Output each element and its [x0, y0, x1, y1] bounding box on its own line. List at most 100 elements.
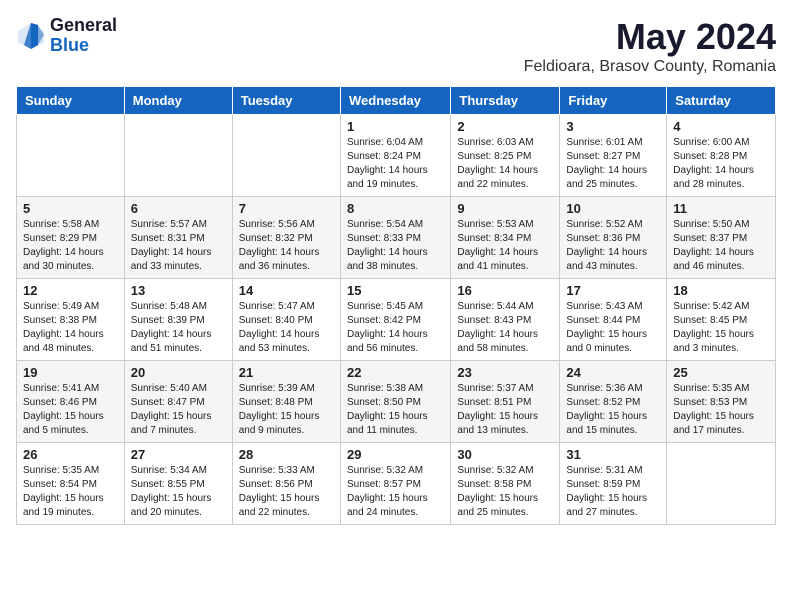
- day-info: Sunrise: 5:37 AM Sunset: 8:51 PM Dayligh…: [457, 382, 553, 438]
- table-row: 1 Sunrise: 6:04 AM Sunset: 8:24 PM Daylig…: [340, 115, 450, 197]
- table-row: 16 Sunrise: 5:44 AM Sunset: 8:43 PM Dayli…: [451, 279, 560, 361]
- day-info: Sunrise: 5:57 AM Sunset: 8:31 PM Dayligh…: [131, 218, 226, 274]
- day-number: 29: [347, 447, 444, 462]
- table-row: 4Sunrise: 6:00 AM Sunset: 8:28 PM Daylig…: [667, 115, 776, 197]
- table-row: 26 Sunrise: 5:35 AM Sunset: 8:54 PM Dayli…: [17, 443, 125, 525]
- day-info: Sunrise: 5:35 AM Sunset: 8:54 PM Dayligh…: [23, 464, 118, 520]
- col-wednesday: Wednesday: [340, 87, 450, 115]
- table-row: 8Sunrise: 5:54 AM Sunset: 8:33 PM Daylig…: [340, 197, 450, 279]
- day-info: Sunrise: 5:50 AM Sunset: 8:37 PM Dayligh…: [673, 218, 769, 274]
- day-info: Sunrise: 5:54 AM Sunset: 8:33 PM Dayligh…: [347, 218, 444, 274]
- table-row: 25 Sunrise: 5:35 AM Sunset: 8:53 PM Dayli…: [667, 361, 776, 443]
- table-row: 5Sunrise: 5:58 AM Sunset: 8:29 PM Daylig…: [17, 197, 125, 279]
- logo-general: General: [50, 16, 117, 36]
- day-number: 11: [673, 201, 769, 216]
- day-number: 25: [673, 365, 769, 380]
- day-info: Sunrise: 5:52 AM Sunset: 8:36 PM Dayligh…: [566, 218, 660, 274]
- day-info: Sunrise: 5:47 AM Sunset: 8:40 PM Dayligh…: [239, 300, 334, 356]
- day-number: 21: [239, 365, 334, 380]
- day-number: 2: [457, 119, 553, 134]
- logo-text: General Blue: [50, 16, 117, 56]
- day-number: 23: [457, 365, 553, 380]
- day-number: 5: [23, 201, 118, 216]
- table-row: 9 Sunrise: 5:53 AM Sunset: 8:34 PM Daylig…: [451, 197, 560, 279]
- day-number: 22: [347, 365, 444, 380]
- day-number: 17: [566, 283, 660, 298]
- day-info: Sunrise: 5:40 AM Sunset: 8:47 PM Dayligh…: [131, 382, 226, 438]
- col-saturday: Saturday: [667, 87, 776, 115]
- day-number: 20: [131, 365, 226, 380]
- table-row: 7 Sunrise: 5:56 AM Sunset: 8:32 PM Daylig…: [232, 197, 340, 279]
- calendar-week-row: 5Sunrise: 5:58 AM Sunset: 8:29 PM Daylig…: [17, 197, 776, 279]
- day-number: 19: [23, 365, 118, 380]
- day-number: 10: [566, 201, 660, 216]
- table-row: 24 Sunrise: 5:36 AM Sunset: 8:52 PM Dayli…: [560, 361, 667, 443]
- day-info: Sunrise: 5:39 AM Sunset: 8:48 PM Dayligh…: [239, 382, 334, 438]
- calendar-week-row: 26 Sunrise: 5:35 AM Sunset: 8:54 PM Dayli…: [17, 443, 776, 525]
- day-info: Sunrise: 5:36 AM Sunset: 8:52 PM Dayligh…: [566, 382, 660, 438]
- day-info: Sunrise: 5:44 AM Sunset: 8:43 PM Dayligh…: [457, 300, 553, 356]
- day-info: Sunrise: 5:56 AM Sunset: 8:32 PM Dayligh…: [239, 218, 334, 274]
- table-row: 2 Sunrise: 6:03 AM Sunset: 8:25 PM Daylig…: [451, 115, 560, 197]
- day-info: Sunrise: 6:04 AM Sunset: 8:24 PM Dayligh…: [347, 136, 444, 192]
- day-info: Sunrise: 5:53 AM Sunset: 8:34 PM Dayligh…: [457, 218, 553, 274]
- day-number: 26: [23, 447, 118, 462]
- col-friday: Friday: [560, 87, 667, 115]
- day-number: 15: [347, 283, 444, 298]
- table-row: 28 Sunrise: 5:33 AM Sunset: 8:56 PM Dayli…: [232, 443, 340, 525]
- day-number: 9: [457, 201, 553, 216]
- day-info: Sunrise: 5:49 AM Sunset: 8:38 PM Dayligh…: [23, 300, 118, 356]
- day-number: 24: [566, 365, 660, 380]
- month-title: May 2024: [524, 16, 776, 58]
- table-row: [232, 115, 340, 197]
- day-number: 7: [239, 201, 334, 216]
- day-info: Sunrise: 5:45 AM Sunset: 8:42 PM Dayligh…: [347, 300, 444, 356]
- day-number: 14: [239, 283, 334, 298]
- day-info: Sunrise: 5:38 AM Sunset: 8:50 PM Dayligh…: [347, 382, 444, 438]
- table-row: [124, 115, 232, 197]
- table-row: 6Sunrise: 5:57 AM Sunset: 8:31 PM Daylig…: [124, 197, 232, 279]
- table-row: 10 Sunrise: 5:52 AM Sunset: 8:36 PM Dayli…: [560, 197, 667, 279]
- table-row: 31Sunrise: 5:31 AM Sunset: 8:59 PM Dayli…: [560, 443, 667, 525]
- day-info: Sunrise: 5:32 AM Sunset: 8:58 PM Dayligh…: [457, 464, 553, 520]
- day-info: Sunrise: 5:42 AM Sunset: 8:45 PM Dayligh…: [673, 300, 769, 356]
- day-number: 30: [457, 447, 553, 462]
- table-row: 14 Sunrise: 5:47 AM Sunset: 8:40 PM Dayli…: [232, 279, 340, 361]
- day-info: Sunrise: 6:03 AM Sunset: 8:25 PM Dayligh…: [457, 136, 553, 192]
- table-row: 3Sunrise: 6:01 AM Sunset: 8:27 PM Daylig…: [560, 115, 667, 197]
- calendar-table: Sunday Monday Tuesday Wednesday Thursday…: [16, 86, 776, 525]
- table-row: 29 Sunrise: 5:32 AM Sunset: 8:57 PM Dayli…: [340, 443, 450, 525]
- table-row: 18 Sunrise: 5:42 AM Sunset: 8:45 PM Dayli…: [667, 279, 776, 361]
- day-info: Sunrise: 6:01 AM Sunset: 8:27 PM Dayligh…: [566, 136, 660, 192]
- day-info: Sunrise: 5:43 AM Sunset: 8:44 PM Dayligh…: [566, 300, 660, 356]
- day-info: Sunrise: 5:35 AM Sunset: 8:53 PM Dayligh…: [673, 382, 769, 438]
- col-tuesday: Tuesday: [232, 87, 340, 115]
- day-info: Sunrise: 5:34 AM Sunset: 8:55 PM Dayligh…: [131, 464, 226, 520]
- table-row: 21 Sunrise: 5:39 AM Sunset: 8:48 PM Dayli…: [232, 361, 340, 443]
- day-info: Sunrise: 5:31 AM Sunset: 8:59 PM Dayligh…: [566, 464, 660, 520]
- calendar-header-row: Sunday Monday Tuesday Wednesday Thursday…: [17, 87, 776, 115]
- calendar-week-row: 19 Sunrise: 5:41 AM Sunset: 8:46 PM Dayli…: [17, 361, 776, 443]
- table-row: 23 Sunrise: 5:37 AM Sunset: 8:51 PM Dayli…: [451, 361, 560, 443]
- day-info: Sunrise: 5:41 AM Sunset: 8:46 PM Dayligh…: [23, 382, 118, 438]
- day-number: 13: [131, 283, 226, 298]
- table-row: 17 Sunrise: 5:43 AM Sunset: 8:44 PM Dayli…: [560, 279, 667, 361]
- day-number: 12: [23, 283, 118, 298]
- table-row: 13Sunrise: 5:48 AM Sunset: 8:39 PM Dayli…: [124, 279, 232, 361]
- col-monday: Monday: [124, 87, 232, 115]
- page-header: General Blue May 2024 Feldioara, Brasov …: [16, 16, 776, 76]
- day-number: 28: [239, 447, 334, 462]
- table-row: 15 Sunrise: 5:45 AM Sunset: 8:42 PM Dayli…: [340, 279, 450, 361]
- day-number: 16: [457, 283, 553, 298]
- day-info: Sunrise: 5:32 AM Sunset: 8:57 PM Dayligh…: [347, 464, 444, 520]
- calendar-week-row: 1 Sunrise: 6:04 AM Sunset: 8:24 PM Daylig…: [17, 115, 776, 197]
- table-row: [17, 115, 125, 197]
- day-number: 1: [347, 119, 444, 134]
- day-info: Sunrise: 5:33 AM Sunset: 8:56 PM Dayligh…: [239, 464, 334, 520]
- logo: General Blue: [16, 16, 117, 56]
- day-number: 18: [673, 283, 769, 298]
- table-row: 12 Sunrise: 5:49 AM Sunset: 8:38 PM Dayli…: [17, 279, 125, 361]
- calendar-week-row: 12 Sunrise: 5:49 AM Sunset: 8:38 PM Dayli…: [17, 279, 776, 361]
- title-section: May 2024 Feldioara, Brasov County, Roman…: [524, 16, 776, 76]
- col-sunday: Sunday: [17, 87, 125, 115]
